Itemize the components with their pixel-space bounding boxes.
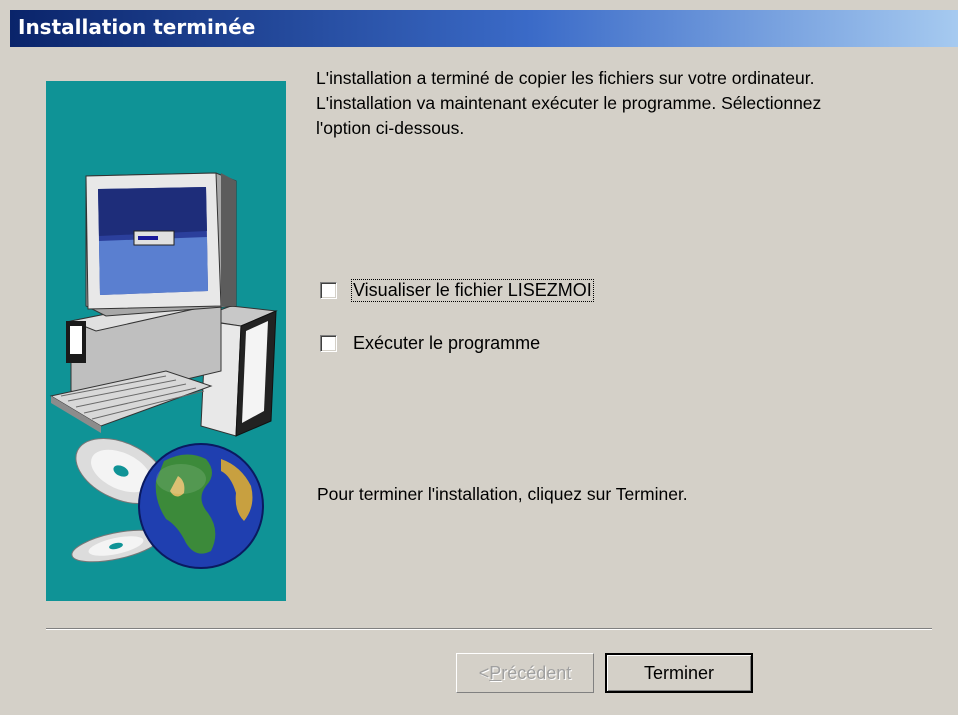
title-bar: Installation terminée	[10, 10, 958, 47]
finish-button-label: Terminer	[643, 662, 714, 683]
run-program-label[interactable]: Exécuter le programme	[352, 333, 541, 354]
view-readme-label[interactable]: Visualiser le fichier LISEZMOI	[351, 278, 594, 302]
view-readme-checkbox[interactable]	[320, 281, 337, 299]
back-button-prefix: <	[478, 662, 490, 683]
completion-message: L'installation a terminé de copier les f…	[316, 66, 946, 141]
message-line-2: L'installation va maintenant exécuter le…	[316, 93, 822, 113]
option-run-program[interactable]: Exécuter le programme	[320, 331, 541, 355]
setup-dialog: Installation terminée L'installation a t…	[0, 0, 958, 715]
option-view-readme[interactable]: Visualiser le fichier LISEZMOI	[320, 278, 594, 302]
run-program-checkbox[interactable]	[320, 334, 337, 352]
back-button[interactable]: < Précédent	[456, 653, 594, 693]
back-button-label: récédent	[501, 662, 572, 683]
finish-button[interactable]: Terminer	[605, 653, 753, 693]
wizard-illustration	[46, 81, 286, 601]
window-title: Installation terminée	[18, 15, 256, 39]
finish-instruction: Pour terminer l'installation, cliquez su…	[317, 484, 688, 504]
button-separator	[46, 628, 932, 630]
globe-icon	[138, 443, 264, 569]
message-line-1: L'installation a terminé de copier les f…	[316, 68, 815, 88]
back-button-accelerator: P	[489, 662, 502, 683]
message-line-3: l'option ci-dessous.	[316, 118, 465, 138]
